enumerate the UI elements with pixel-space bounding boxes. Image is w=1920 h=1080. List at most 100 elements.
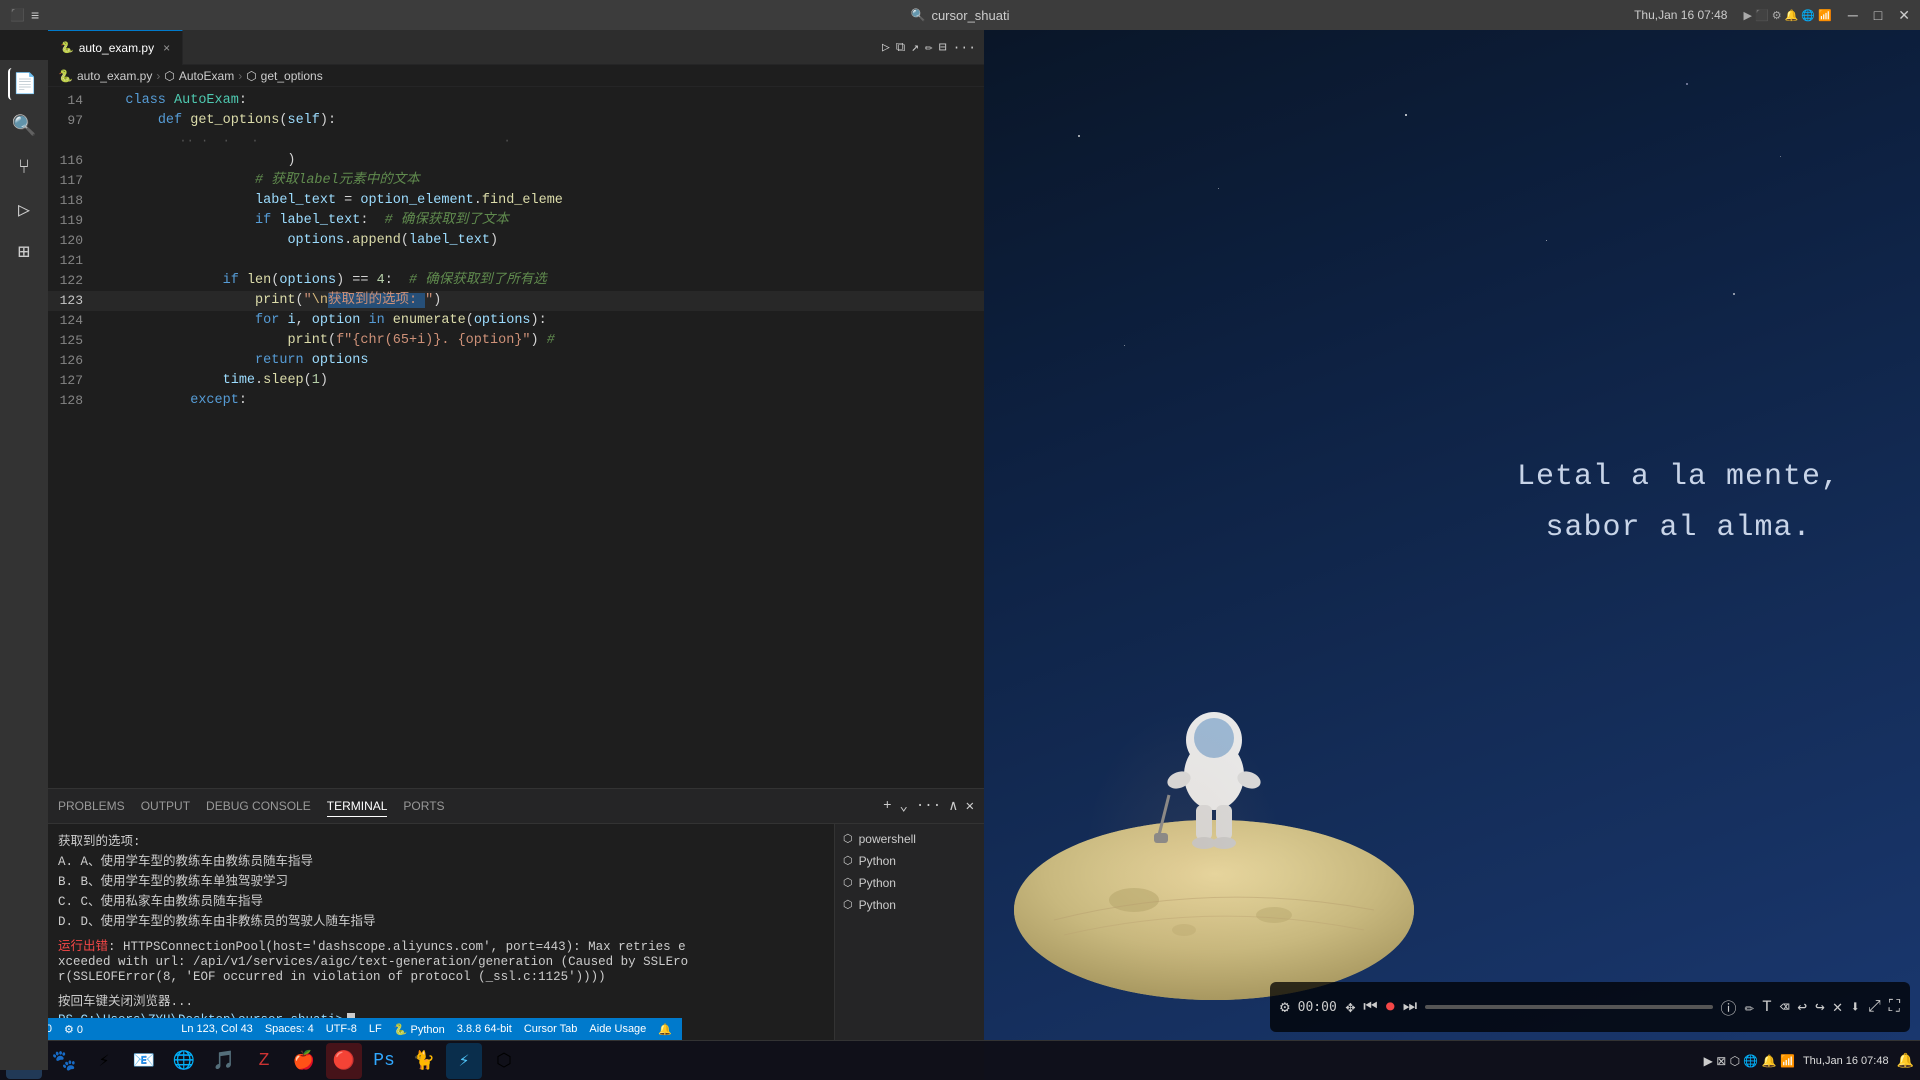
titlebar-left: ⬛ ≡ <box>10 7 39 23</box>
menu-icon[interactable]: ≡ <box>31 7 39 23</box>
split-btn[interactable]: ⧉ <box>896 40 905 55</box>
zotero-icon: Z <box>259 1051 270 1071</box>
shell-icon: ⬡ <box>843 832 853 846</box>
breadcrumb-method-icon: ⬡ <box>246 69 256 83</box>
expand-icon[interactable]: ⬛ <box>10 8 25 22</box>
explorer-icon[interactable]: 📄 <box>8 68 40 100</box>
terminal-add-btn[interactable]: + <box>883 798 891 814</box>
debug-icon[interactable]: ▷ <box>8 194 40 226</box>
tray-extra-icons: ▶ ⊠ ⬡ 🌐 🔔 📶 <box>1704 1054 1795 1068</box>
edit-btn[interactable]: ✏ <box>925 40 933 55</box>
layout-btn[interactable]: ⊟ <box>939 40 947 55</box>
media-fullscreen-btn[interactable]: ⛶ <box>1889 998 1900 1016</box>
titlebar-right: Thu,Jan 16 07:48 ▶ ⬛ ⚙ 🔔 🌐 📶 ─ □ ✕ <box>1634 7 1910 24</box>
mail-icon: 📧 <box>133 1050 155 1072</box>
status-language[interactable]: 🐍 Python <box>394 1023 445 1036</box>
tab-problems[interactable]: PROBLEMS <box>58 795 125 817</box>
media-progress[interactable] <box>1425 1005 1712 1009</box>
breadcrumb-class[interactable]: AutoExam <box>179 69 234 83</box>
media-move-btn[interactable]: ✥ <box>1346 997 1356 1017</box>
media-play-btn[interactable]: ⏺ <box>1386 997 1395 1018</box>
minimize-btn[interactable]: ─ <box>1848 7 1858 23</box>
status-aide[interactable]: Aide Usage <box>589 1023 646 1036</box>
run-btn[interactable]: ▷ <box>882 40 890 55</box>
taskbar-zotero[interactable]: Z <box>246 1043 282 1079</box>
terminal-up-btn[interactable]: ∧ <box>949 798 957 815</box>
shell-python-3[interactable]: ⬡ Python <box>835 894 984 916</box>
media-pen-btn[interactable]: ✏ <box>1745 997 1755 1017</box>
code-line-collapse: ·· · · · · <box>48 131 984 151</box>
shell-python-1[interactable]: ⬡ Python <box>835 850 984 872</box>
terminal-more-btn[interactable]: ··· <box>916 798 941 814</box>
media-expand-btn[interactable]: ⤢ <box>1868 998 1881 1016</box>
terminal-tabs-bar: PROBLEMS OUTPUT DEBUG CONSOLE TERMINAL P… <box>48 789 984 824</box>
status-line-col[interactable]: Ln 123, Col 43 <box>181 1023 253 1036</box>
maximize-btn[interactable]: □ <box>1874 7 1882 23</box>
breadcrumb-sep1: › <box>156 69 160 83</box>
extensions-icon[interactable]: ⊞ <box>8 236 40 268</box>
close-btn[interactable]: ✕ <box>1898 7 1910 24</box>
terminal-close-btn[interactable]: ✕ <box>966 798 974 815</box>
media-redo-btn[interactable]: ↪ <box>1815 997 1825 1017</box>
tab-bar: 🐍 auto_exam.py × ▷ ⧉ ↗ ✏ ⊟ ··· <box>48 30 984 65</box>
shell-powershell[interactable]: ⬡ powershell <box>835 828 984 850</box>
taskbar-app2[interactable]: 🔴 <box>326 1043 362 1079</box>
tab-debug-console[interactable]: DEBUG CONSOLE <box>206 795 311 817</box>
taskbar-mail[interactable]: 📧 <box>126 1043 162 1079</box>
desktop-panel: Letal a la mente, sabor al alma. ⚙ 00:00… <box>984 30 1920 1080</box>
more-btn[interactable]: ··· <box>953 40 976 55</box>
taskbar-cursor[interactable]: ⬡ <box>486 1043 522 1079</box>
terminal-app-icon: ⚡ <box>99 1050 110 1072</box>
media-info-btn[interactable]: ⓘ <box>1721 995 1737 1019</box>
status-line-ending[interactable]: LF <box>369 1023 382 1036</box>
terminal-split-btn[interactable]: ⌄ <box>899 798 907 815</box>
code-editor[interactable]: 14 class AutoExam: 97 def get_options(se… <box>48 87 984 788</box>
activity-bar: 📄 🔍 ⑂ ▷ ⊞ <box>0 60 48 1070</box>
status-version[interactable]: 3.8.8 64-bit <box>457 1023 512 1036</box>
media-undo-btn[interactable]: ↩ <box>1797 997 1807 1017</box>
status-bell[interactable]: 🔔 <box>658 1023 672 1036</box>
vscode-icon: ⚡ <box>459 1050 470 1072</box>
taskbar-terminal-app[interactable]: ⚡ <box>86 1043 122 1079</box>
shell-python-2[interactable]: ⬡ Python <box>835 872 984 894</box>
status-cursor-tab[interactable]: Cursor Tab <box>524 1023 578 1036</box>
status-bar: ⊗ 0 △ 0 ⚙ 0 Ln 123, Col 43 Spaces: 4 UTF… <box>0 1018 682 1040</box>
breadcrumb-file[interactable]: auto_exam.py <box>77 69 152 83</box>
python-icon-3: ⬡ <box>843 898 853 912</box>
media-text-btn[interactable]: T <box>1762 998 1772 1016</box>
media-stop-btn[interactable]: ✕ <box>1833 997 1843 1017</box>
status-encoding[interactable]: UTF-8 <box>326 1023 357 1036</box>
source-control-icon[interactable]: ⑂ <box>8 152 40 184</box>
media-time: 00:00 <box>1298 1000 1338 1015</box>
quote-text: Letal a la mente, sabor al alma. <box>1517 452 1840 554</box>
taskbar-app1[interactable]: 🍎 <box>286 1043 322 1079</box>
tab-close[interactable]: × <box>163 41 170 55</box>
media-settings-btn[interactable]: ⚙ <box>1280 997 1290 1017</box>
tab-auto-exam[interactable]: 🐍 auto_exam.py × <box>48 30 183 65</box>
taskbar-browser1[interactable]: 🌐 <box>166 1043 202 1079</box>
taskbar-finder[interactable]: 🐾 <box>46 1043 82 1079</box>
tab-ports[interactable]: PORTS <box>403 795 444 817</box>
media-download-btn[interactable]: ⬇ <box>1850 997 1860 1017</box>
tray-notification[interactable]: 🔔 <box>1897 1052 1914 1069</box>
tab-terminal[interactable]: TERMINAL <box>327 795 388 817</box>
taskbar-vscode[interactable]: ⚡ <box>446 1043 482 1079</box>
media-erase-btn[interactable]: ⌫ <box>1780 997 1790 1017</box>
tab-label: auto_exam.py <box>79 41 154 55</box>
search-text[interactable]: cursor_shuati <box>931 8 1009 23</box>
breadcrumb-method[interactable]: get_options <box>261 69 323 83</box>
open-btn[interactable]: ↗ <box>911 40 919 55</box>
media-prev-btn[interactable]: ⏮ <box>1363 998 1377 1016</box>
tab-output[interactable]: OUTPUT <box>141 795 190 817</box>
terminal-line-8: r(SSLEOFError(8, 'EOF occurred in violat… <box>58 970 824 984</box>
terminal-line-4: C. C、使用私家车由教练员随车指导 <box>58 890 824 909</box>
search-icon[interactable]: 🔍 <box>8 110 40 142</box>
code-line-121: 121 <box>48 251 984 271</box>
status-spaces[interactable]: Spaces: 4 <box>265 1023 314 1036</box>
taskbar-app3[interactable]: 🐈 <box>406 1043 442 1079</box>
ps-icon: Ps <box>373 1051 395 1071</box>
taskbar-music[interactable]: 🎵 <box>206 1043 242 1079</box>
media-forward-btn[interactable]: ⏭ <box>1403 998 1417 1016</box>
taskbar-photoshop[interactable]: Ps <box>366 1043 402 1079</box>
python-icon-1: ⬡ <box>843 854 853 868</box>
